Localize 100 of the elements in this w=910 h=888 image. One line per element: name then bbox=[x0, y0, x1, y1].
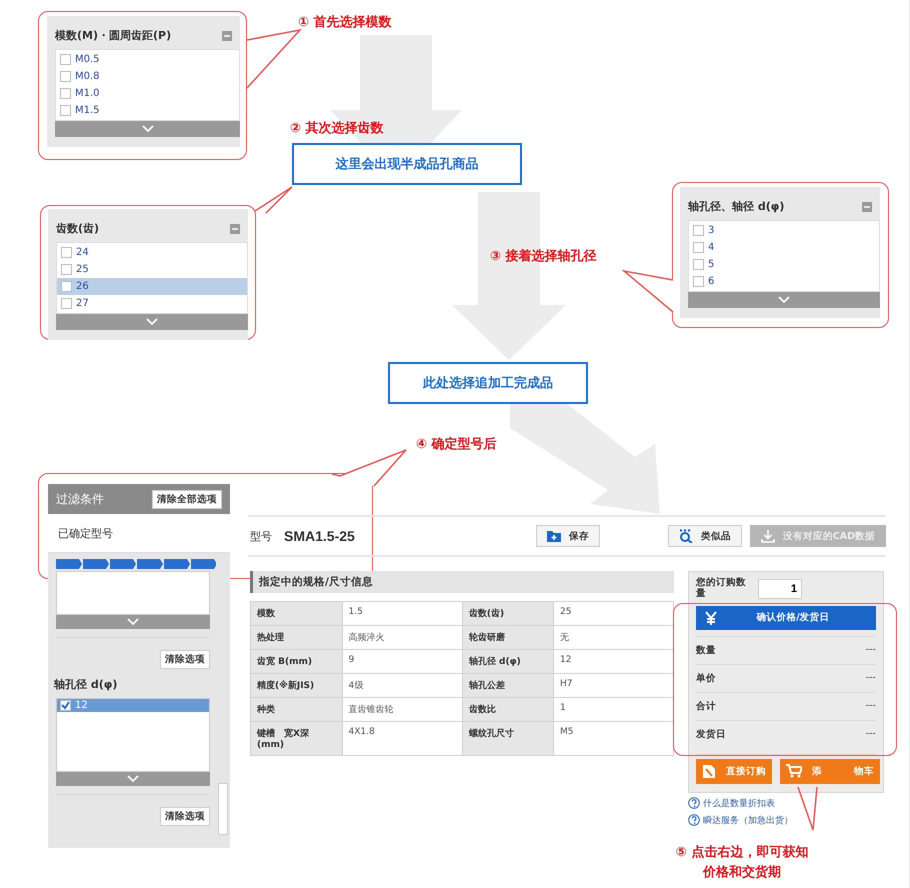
option-item[interactable]: 5 bbox=[689, 256, 879, 273]
option-item[interactable]: 25 bbox=[57, 261, 247, 278]
help-link[interactable]: 瞬达服务（加急出货） bbox=[688, 814, 884, 827]
download-icon bbox=[760, 530, 775, 542]
model-label: 型号 bbox=[250, 528, 272, 544]
cart-icon bbox=[786, 764, 802, 778]
confirm-price-button[interactable]: 确认价格/发货日 bbox=[696, 606, 876, 630]
option-label: M0.5 bbox=[75, 54, 100, 65]
help-link[interactable]: 什么是数量折扣表 bbox=[688, 796, 884, 810]
note-box: 这里会出现半成品孔商品 bbox=[292, 143, 522, 185]
callout-text: ④ 确定型号后 bbox=[416, 436, 497, 454]
option-item[interactable]: 24 bbox=[57, 244, 247, 261]
folder-icon bbox=[546, 530, 561, 542]
chevron-down-icon bbox=[142, 125, 154, 133]
document-pen-icon bbox=[702, 764, 716, 779]
table-cell: 精度(※新JIS) bbox=[250, 674, 342, 698]
option-item[interactable]: M1.0 bbox=[56, 85, 239, 102]
clear-button[interactable]: 清除选项 bbox=[160, 650, 210, 669]
sidebar-title: 过滤条件 bbox=[56, 490, 104, 508]
checkbox[interactable] bbox=[693, 276, 704, 287]
collapse-icon[interactable] bbox=[222, 30, 232, 40]
quantity-field[interactable]: 1 bbox=[758, 578, 802, 599]
toolbar-button[interactable]: 类似品 bbox=[668, 525, 742, 547]
table-cell: 1 bbox=[554, 698, 674, 722]
expand-bar[interactable] bbox=[55, 121, 240, 137]
collapse-icon[interactable] bbox=[862, 202, 872, 212]
option-label: 25 bbox=[76, 264, 89, 275]
checkbox[interactable] bbox=[60, 88, 71, 99]
option-item[interactable]: 27 bbox=[57, 295, 247, 312]
table-cell: H7 bbox=[554, 674, 674, 698]
checkbox[interactable] bbox=[61, 281, 72, 292]
field-value: --- bbox=[866, 672, 876, 685]
checkbox[interactable] bbox=[60, 54, 71, 65]
filter-title: 轴孔径、轴径 d(φ) bbox=[688, 199, 784, 214]
table-cell: 键槽 宽X深(mm) bbox=[250, 722, 342, 756]
option-label: 5 bbox=[708, 259, 714, 270]
option-label: M1.5 bbox=[75, 105, 100, 116]
option-item[interactable]: M0.8 bbox=[56, 68, 239, 85]
collapse-icon[interactable] bbox=[230, 224, 240, 234]
checkbox[interactable] bbox=[61, 298, 72, 309]
scrollbar[interactable] bbox=[218, 783, 228, 835]
magnifier-icon bbox=[678, 529, 693, 543]
checkbox[interactable] bbox=[60, 71, 71, 82]
option-item[interactable]: 4 bbox=[689, 239, 879, 256]
table-cell: 轴孔公差 bbox=[462, 674, 554, 698]
status-text: 已确定型号 bbox=[58, 526, 113, 540]
table-cell: 轴孔径 d(φ) bbox=[462, 650, 554, 674]
toolbar-button[interactable]: 保存 bbox=[536, 525, 600, 547]
callout-text: ② 其次选择齿数 bbox=[290, 120, 384, 138]
table-cell: 高频淬火 bbox=[342, 626, 462, 650]
option-item[interactable]: 6 bbox=[689, 273, 879, 290]
checkbox[interactable] bbox=[60, 105, 71, 116]
option-label: 3 bbox=[708, 225, 714, 236]
table-cell: 齿数(齿) bbox=[462, 602, 554, 626]
callout-text: ⑤ 点击右边，即可获知价格和交货期 bbox=[674, 844, 810, 882]
help-icon bbox=[688, 797, 700, 810]
section-title: 指定中的规格/尺寸信息 bbox=[259, 576, 373, 588]
table-cell: 齿数比 bbox=[462, 698, 554, 722]
clear-button[interactable]: 清除选项 bbox=[160, 807, 210, 826]
help-icon bbox=[688, 814, 700, 826]
option-label: 12 bbox=[75, 700, 88, 711]
note-box: 此处选择追加工完成品 bbox=[388, 362, 588, 404]
checkbox[interactable] bbox=[61, 264, 72, 275]
filter-title: 齿数(齿) bbox=[56, 221, 100, 236]
table-cell: 螺纹孔尺寸 bbox=[462, 722, 554, 756]
chevron-down-icon bbox=[778, 296, 790, 304]
chevron-down-icon bbox=[146, 318, 158, 326]
field-label: 发货日 bbox=[696, 728, 726, 741]
checkbox[interactable] bbox=[693, 225, 704, 236]
checkbox[interactable] bbox=[693, 259, 704, 270]
option-item[interactable]: M1.5 bbox=[56, 102, 239, 119]
field-value: --- bbox=[866, 644, 876, 657]
option-label: M0.8 bbox=[75, 71, 100, 82]
option-label: 24 bbox=[76, 247, 89, 258]
table-cell: 25 bbox=[554, 602, 674, 626]
clear-all-button[interactable]: 清除全部选项 bbox=[152, 490, 222, 508]
table-cell: 4级 bbox=[342, 674, 462, 698]
table-cell: 9 bbox=[342, 650, 462, 674]
quantity-label: 您的订购数量 bbox=[696, 578, 747, 600]
field-value: --- bbox=[866, 700, 876, 713]
table-cell: 模数 bbox=[250, 602, 342, 626]
section-title: 轴孔径 d(φ) bbox=[54, 677, 118, 692]
expand-bar[interactable] bbox=[56, 615, 210, 629]
option-item[interactable]: M0.5 bbox=[56, 51, 239, 68]
expand-bar[interactable] bbox=[56, 772, 210, 786]
table-cell: 12 bbox=[554, 650, 674, 674]
table-cell: 种类 bbox=[250, 698, 342, 722]
option-label: 26 bbox=[76, 281, 89, 292]
checkbox[interactable] bbox=[693, 242, 704, 253]
expand-bar[interactable] bbox=[688, 292, 880, 308]
checkbox[interactable] bbox=[61, 247, 72, 258]
option-item[interactable]: 3 bbox=[689, 222, 879, 239]
expand-bar[interactable] bbox=[56, 314, 248, 330]
field-label: 数量 bbox=[696, 644, 716, 657]
model-number: SMA1.5-25 bbox=[284, 528, 355, 544]
option-label: 4 bbox=[708, 242, 714, 253]
table-cell: M5 bbox=[554, 722, 674, 756]
option-item[interactable]: 26 bbox=[57, 278, 247, 295]
checkbox[interactable] bbox=[60, 700, 71, 711]
table-cell: 齿宽 B(mm) bbox=[250, 650, 342, 674]
